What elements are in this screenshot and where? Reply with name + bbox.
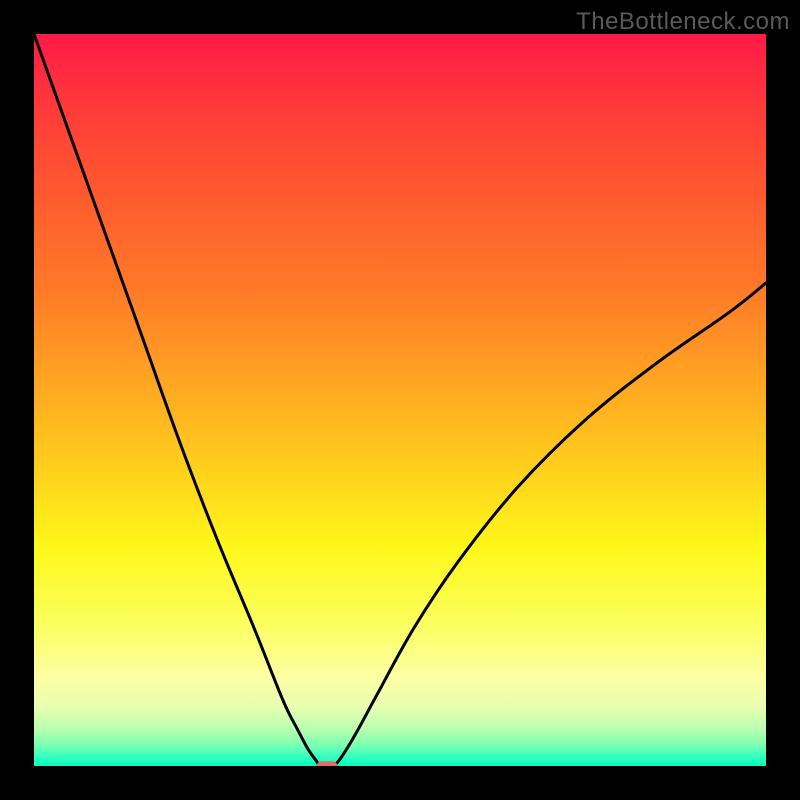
chart-container: TheBottleneck.com — [0, 0, 800, 800]
bottleneck-curve — [34, 34, 766, 766]
watermark-text: TheBottleneck.com — [576, 8, 790, 36]
curve-left-branch — [34, 34, 320, 766]
curve-right-branch — [334, 283, 766, 766]
plot-area — [34, 34, 766, 766]
minimum-marker — [316, 761, 338, 766]
